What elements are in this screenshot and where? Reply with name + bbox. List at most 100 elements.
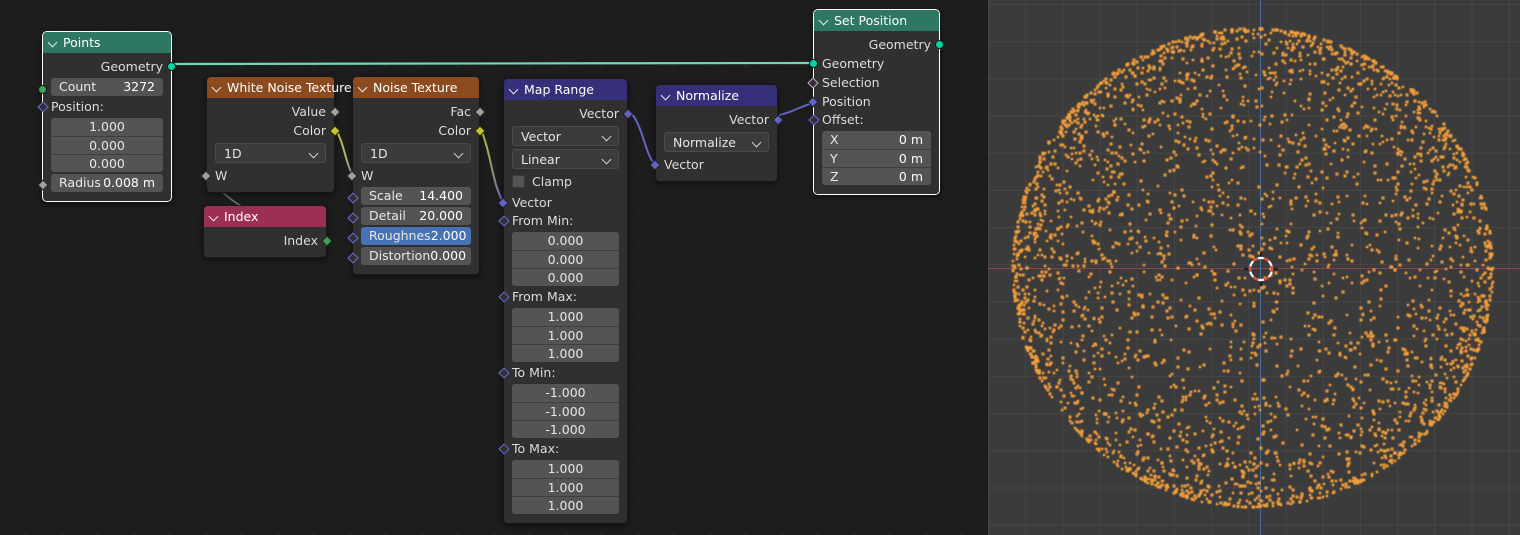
field-from-max-x[interactable]: 1.000 xyxy=(512,308,619,326)
chevron-down-icon[interactable] xyxy=(510,85,519,94)
node-noise-texture-header[interactable]: Noise Texture xyxy=(353,77,479,98)
socket-roughness-input[interactable] xyxy=(347,232,359,244)
node-set-position-header[interactable]: Set Position xyxy=(814,10,939,31)
chevron-down-icon[interactable] xyxy=(210,212,219,221)
node-normalize-header[interactable]: Normalize xyxy=(656,85,777,106)
field-from-max-y[interactable]: 1.000 xyxy=(512,326,619,344)
field-position-x[interactable]: 1.000 xyxy=(51,118,163,136)
socket-row-mr-vector-in[interactable]: Vector xyxy=(497,193,627,212)
node-index[interactable]: Index Index xyxy=(203,205,333,258)
field-to-min-y[interactable]: -1.000 xyxy=(512,402,619,420)
node-map-range-title: Map Range xyxy=(524,82,594,97)
socket-row-nm-vector-out[interactable]: Vector xyxy=(656,110,784,129)
socket-row-nt-fac-out[interactable]: Fac xyxy=(353,102,486,121)
node-noise-texture[interactable]: Noise Texture Fac Color 1D W Scale 14.40… xyxy=(346,76,486,275)
socket-index-output[interactable] xyxy=(321,234,333,247)
field-roughness[interactable]: Roughnes 2.000 xyxy=(361,227,471,245)
socket-offset-input[interactable] xyxy=(808,114,820,126)
socket-row-index-out[interactable]: Index xyxy=(204,231,333,250)
dropdown-operation[interactable]: Normalize xyxy=(664,132,769,152)
socket-geometry-input[interactable] xyxy=(809,59,818,68)
field-detail[interactable]: Detail 20.000 xyxy=(361,207,471,225)
node-points[interactable]: Points Geometry Count 3272 Position: 1.0… xyxy=(37,31,176,202)
socket-row-sp-geometry-in[interactable]: Geometry xyxy=(809,54,939,73)
socket-from-max-input[interactable] xyxy=(498,291,510,303)
socket-vector-input[interactable] xyxy=(497,196,509,209)
socket-geometry-output[interactable] xyxy=(935,40,944,49)
socket-geometry-output[interactable] xyxy=(167,62,176,71)
socket-position-input[interactable] xyxy=(37,101,49,113)
socket-vector-output[interactable] xyxy=(772,113,784,126)
socket-count-input[interactable] xyxy=(38,84,47,94)
socket-from-min-input[interactable] xyxy=(498,215,510,227)
socket-color-output[interactable] xyxy=(474,124,486,137)
socket-w-input[interactable] xyxy=(346,169,358,182)
socket-row-wn-value-out[interactable]: Value xyxy=(207,102,341,121)
socket-row-nm-vector-in[interactable]: Vector xyxy=(649,155,777,174)
socket-row-wn-color-out[interactable]: Color xyxy=(207,121,341,140)
socket-scale-input[interactable] xyxy=(347,192,359,204)
chevron-down-icon[interactable] xyxy=(49,38,58,47)
chevron-down-icon[interactable] xyxy=(662,91,671,100)
socket-value-output[interactable] xyxy=(329,105,341,118)
field-scale[interactable]: Scale 14.400 xyxy=(361,187,471,205)
dropdown-dimensions[interactable]: 1D xyxy=(361,143,471,163)
node-map-range-header[interactable]: Map Range xyxy=(504,79,627,100)
node-points-header[interactable]: Points xyxy=(43,32,171,53)
node-set-position[interactable]: Set Position Geometry Geometry Selection xyxy=(807,9,944,195)
chevron-down-icon[interactable] xyxy=(820,16,829,25)
dropdown-interpolation-type[interactable]: Linear xyxy=(512,149,619,169)
socket-fac-output[interactable] xyxy=(474,105,486,118)
field-to-max-x[interactable]: 1.000 xyxy=(512,460,619,478)
socket-vector-input[interactable] xyxy=(649,158,661,171)
socket-label-fac: Fac xyxy=(450,104,471,119)
socket-row-wn-w-in[interactable]: W xyxy=(200,166,334,185)
field-to-min-x[interactable]: -1.000 xyxy=(512,384,619,402)
field-to-max-z[interactable]: 1.000 xyxy=(512,496,619,514)
field-distortion[interactable]: Distortion 0.000 xyxy=(361,247,471,265)
field-offset-x[interactable]: X 0 m xyxy=(822,131,931,149)
field-from-min-y[interactable]: 0.000 xyxy=(512,250,619,268)
chevron-down-icon[interactable] xyxy=(213,83,222,92)
field-count[interactable]: Count 3272 xyxy=(51,78,163,96)
socket-w-input[interactable] xyxy=(200,169,212,182)
chevron-down-icon[interactable] xyxy=(359,83,368,92)
socket-selection-input[interactable] xyxy=(807,76,819,89)
field-position-z[interactable]: 0.000 xyxy=(51,154,163,172)
socket-detail-input[interactable] xyxy=(347,212,359,224)
checkbox-clamp[interactable] xyxy=(512,174,525,188)
checkbox-clamp-row[interactable]: Clamp xyxy=(512,172,619,190)
socket-row-nt-color-out[interactable]: Color xyxy=(353,121,486,140)
socket-row-points-geometry-out[interactable]: Geometry xyxy=(43,57,176,76)
field-offset-y[interactable]: Y 0 m xyxy=(822,149,931,167)
dropdown-data-type[interactable]: Vector xyxy=(512,126,619,146)
node-white-noise-texture-header[interactable]: White Noise Texture xyxy=(207,77,352,98)
field-from-max-z[interactable]: 1.000 xyxy=(512,344,619,362)
socket-distortion-input[interactable] xyxy=(347,252,359,264)
geometry-node-editor[interactable]: Points Geometry Count 3272 Position: 1.0… xyxy=(0,0,985,535)
node-index-header[interactable]: Index xyxy=(204,206,326,227)
field-to-min-z[interactable]: -1.000 xyxy=(512,420,619,438)
socket-position-input[interactable] xyxy=(807,95,819,108)
socket-row-sp-selection-in[interactable]: Selection xyxy=(807,73,939,92)
socket-vector-output[interactable] xyxy=(622,107,634,120)
socket-to-max-input[interactable] xyxy=(498,443,510,455)
field-from-min-x[interactable]: 0.000 xyxy=(512,232,619,250)
field-offset-z[interactable]: Z 0 m xyxy=(822,167,931,185)
field-from-min-z[interactable]: 0.000 xyxy=(512,268,619,286)
node-map-range[interactable]: Map Range Vector Vector Linear Clamp Vec… xyxy=(497,78,634,524)
3d-viewport[interactable] xyxy=(988,0,1520,535)
socket-row-sp-position-in[interactable]: Position xyxy=(807,92,939,111)
socket-row-nt-w-in[interactable]: W xyxy=(346,166,479,185)
node-white-noise-texture[interactable]: White Noise Texture Value Color 1D W xyxy=(200,76,352,193)
socket-radius-input[interactable] xyxy=(37,179,49,191)
field-to-max-y[interactable]: 1.000 xyxy=(512,478,619,496)
dropdown-dimensions[interactable]: 1D xyxy=(215,143,326,163)
socket-color-output[interactable] xyxy=(329,124,341,137)
socket-row-mr-vector-out[interactable]: Vector xyxy=(504,104,634,123)
socket-to-min-input[interactable] xyxy=(498,367,510,379)
socket-row-sp-geometry-out[interactable]: Geometry xyxy=(814,35,944,54)
node-normalize[interactable]: Normalize Vector Normalize Vector xyxy=(649,84,784,182)
field-radius[interactable]: Radius 0.008 m xyxy=(51,174,163,192)
field-position-y[interactable]: 0.000 xyxy=(51,136,163,154)
